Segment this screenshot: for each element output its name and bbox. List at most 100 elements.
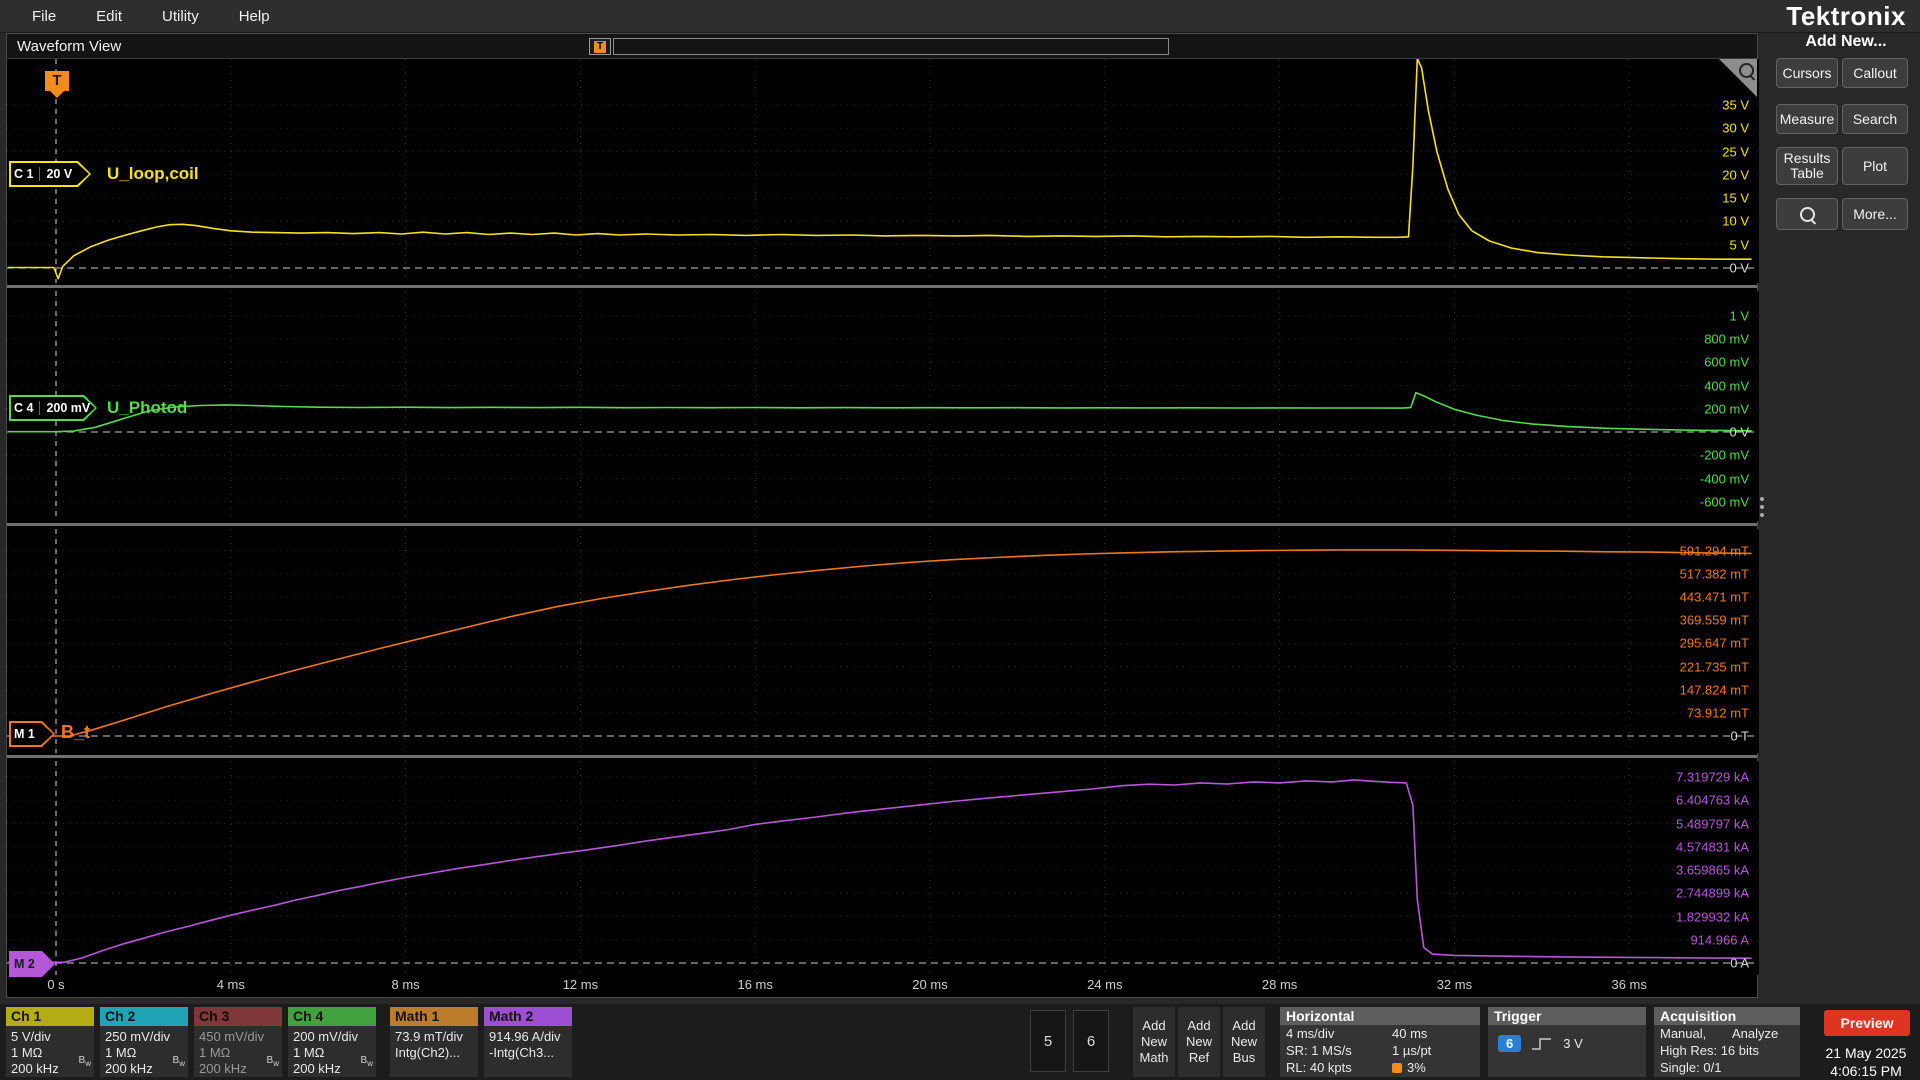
- scale-label-math1: 221.735 mT: [1679, 659, 1749, 675]
- add-btn-line: Math: [1139, 1050, 1169, 1065]
- sidebar-button-callout[interactable]: Callout: [1842, 58, 1908, 88]
- horizontal-row: 4 ms/div 40 ms: [1280, 1025, 1480, 1042]
- badge-header: Math 2: [484, 1007, 572, 1026]
- scale-label-ch4: 1 V: [1729, 308, 1749, 324]
- badge-row: 200 mV/div: [293, 1029, 359, 1044]
- tektronix-logo: Tektronix: [1786, 1, 1906, 31]
- acquisition-panel[interactable]: Acquisition Manual, Analyze High Res: 16…: [1654, 1007, 1800, 1077]
- menu-utility[interactable]: Utility: [154, 8, 207, 25]
- bottom-badge-ch2[interactable]: Ch 2 250 mV/div 1 MΩ 200 kHz Bw: [100, 1007, 188, 1077]
- sidebar-button-plot[interactable]: Plot: [1842, 147, 1908, 185]
- preview-button[interactable]: Preview: [1824, 1010, 1910, 1036]
- scale-label-math2: 6.404763 kA: [1675, 792, 1749, 808]
- horizontal-title: Horizontal: [1280, 1007, 1480, 1025]
- sidebar-button-zoom[interactable]: [1776, 198, 1838, 230]
- channel-name-ch4[interactable]: U_Photod: [107, 398, 187, 418]
- scale-label-ch4: -600 mV: [1699, 494, 1749, 510]
- scale-label-ch4: 400 mV: [1704, 378, 1749, 393]
- horizontal-value-right: 1 µs/pt: [1392, 1043, 1432, 1058]
- acquisition-analyze: Analyze: [1732, 1026, 1779, 1041]
- horizontal-panel[interactable]: Horizontal 4 ms/div 40 ms SR: 1 MS/s 1 µs/p…: [1280, 1007, 1480, 1077]
- scale-label-math1: 295.647 mT: [1679, 635, 1749, 651]
- channel-badge-ch1[interactable]: C 1 20 V: [9, 161, 91, 187]
- menu-help[interactable]: Help: [231, 8, 278, 25]
- scale-label-math2: 2.744899 kA: [1675, 885, 1749, 901]
- panel-resize-grip[interactable]: [1760, 505, 1764, 509]
- acquisition-mode-row: Manual, Analyze: [1654, 1025, 1800, 1042]
- add-new-math-button[interactable]: Add New Math: [1133, 1007, 1175, 1077]
- badge-label: C 1 20 V: [9, 161, 91, 187]
- datetime-display: 21 May 2025 4:06:15 PM: [1812, 1044, 1920, 1080]
- channel-name-math1[interactable]: B_t: [61, 722, 90, 743]
- channel-slot-button-5[interactable]: 5: [1030, 1010, 1066, 1072]
- pane-math1[interactable]: 591.294 mT 517.382 mT 443.471 mT 369.559 mT…: [7, 529, 1759, 753]
- time-tick-label: 24 ms: [1087, 977, 1123, 992]
- time-tick-label: 36 ms: [1611, 977, 1647, 992]
- channel-badge-math2[interactable]: M 2: [9, 951, 55, 977]
- pane-ch1[interactable]: 35 V 30 V 25 V 20 V 15 V 10 V 5 V 0 V: [7, 59, 1759, 283]
- trace-math2[interactable]: [7, 779, 1752, 964]
- trigger-panel[interactable]: Trigger 6 3 V: [1488, 1007, 1646, 1077]
- add-btn-line: Add: [1142, 1018, 1166, 1033]
- trace-ch4[interactable]: [7, 391, 1752, 433]
- scale-label-ch1: 5 V: [1729, 237, 1749, 253]
- time-axis: 0 s 4 ms 8 ms 12 ms 16 ms 20 ms 24 ms 28 ms 32 m…: [7, 975, 1757, 995]
- channel-badge-math1[interactable]: M 1: [9, 721, 55, 747]
- badge-body: 250 mV/div 1 MΩ 200 kHz Bw: [100, 1026, 188, 1076]
- add-new-ref-button[interactable]: Add New Ref: [1178, 1007, 1220, 1077]
- pane-separator: [7, 283, 1757, 291]
- add-btn-line: Add: [1232, 1018, 1256, 1033]
- bottom-badge-math1[interactable]: Math 1 73.9 mT/div Intg(Ch2)...: [390, 1007, 478, 1077]
- sidebar-button-measure[interactable]: Measure: [1776, 104, 1838, 134]
- trigger-position-marker[interactable]: T: [589, 38, 611, 55]
- scale-label-ch1: 35 V: [1722, 97, 1749, 113]
- grid-math1: [7, 529, 1759, 753]
- waveform-view-title: Waveform View: [17, 37, 122, 55]
- trace-ch1[interactable]: [7, 59, 1752, 280]
- grid-ch4: [7, 291, 1759, 521]
- sidebar-button-results-table[interactable]: Results Table: [1776, 147, 1838, 185]
- bottom-badge-ch3[interactable]: Ch 3 450 mV/div 1 MΩ 200 kHz Bw: [194, 1007, 282, 1077]
- sidebar-button-more[interactable]: More...: [1842, 198, 1908, 230]
- horizontal-position-indicator[interactable]: T: [589, 38, 1171, 55]
- badge-channel-scale: 200 mV: [39, 401, 90, 415]
- badge-label: C 4 200 mV: [9, 395, 97, 421]
- bottom-badge-math2[interactable]: Math 2 914.96 A/div -Intg(Ch3...: [484, 1007, 572, 1077]
- scale-label-math2: 3.659865 kA: [1675, 862, 1749, 878]
- pane-math2[interactable]: 7.319729 kA 6.404763 kA 5.489797 kA 4.57483…: [7, 761, 1759, 975]
- channel-badge-ch4[interactable]: C 4 200 mV: [9, 395, 97, 421]
- menu-file[interactable]: File: [24, 8, 64, 25]
- time-tick-label: 28 ms: [1261, 977, 1298, 992]
- trigger-flag-mini: T: [593, 40, 607, 53]
- acquisition-mode: Manual,: [1660, 1026, 1707, 1041]
- bottom-badge-ch4[interactable]: Ch 4 200 mV/div 1 MΩ 200 kHz Bw: [288, 1007, 376, 1077]
- menu-edit[interactable]: Edit: [88, 8, 130, 25]
- zoom-corner-button[interactable]: [1719, 59, 1757, 97]
- channel-slot-button-6[interactable]: 6: [1073, 1010, 1109, 1072]
- badge-header: Ch 4: [288, 1007, 376, 1026]
- scale-label-math1: 591.294 mT: [1679, 543, 1749, 559]
- scale-label-math1: 147.824 mT: [1679, 682, 1749, 698]
- time-tick-label: 0 s: [47, 977, 65, 992]
- scale-label-math1: 443.471 mT: [1679, 589, 1749, 605]
- trace-math1[interactable]: [7, 549, 1752, 737]
- sidebar-button-search[interactable]: Search: [1842, 104, 1908, 134]
- sidebar-button-cursors[interactable]: Cursors: [1776, 58, 1838, 88]
- add-new-bus-button[interactable]: Add New Bus: [1223, 1007, 1265, 1077]
- pane-separator: [7, 753, 1757, 761]
- scale-label-ch1: 20 V: [1722, 167, 1749, 183]
- horizontal-row: RL: 40 kpts 3%: [1280, 1059, 1480, 1076]
- trigger-flag-icon[interactable]: T: [45, 71, 69, 98]
- pane-ch4[interactable]: 1 V 800 mV 600 mV 400 mV 200 mV 0 V -200 mV -40…: [7, 291, 1759, 521]
- trigger-source-badge[interactable]: 6: [1498, 1035, 1522, 1052]
- acquisition-window-rect[interactable]: [613, 38, 1169, 55]
- trigger-level: 3 V: [1563, 1036, 1583, 1051]
- acquisition-title: Acquisition: [1654, 1007, 1800, 1025]
- badge-label: M 1: [9, 721, 55, 747]
- bottom-badge-ch1[interactable]: Ch 15 V/div 1 MΩ 200 kHz Bw: [6, 1007, 94, 1077]
- badge-label: M 2: [9, 951, 55, 977]
- badge-header: Ch 3: [194, 1007, 282, 1026]
- channel-name-ch1[interactable]: U_loop,coil: [107, 164, 199, 184]
- add-btn-line: New: [1230, 1034, 1257, 1049]
- badge-row: 250 mV/div: [105, 1029, 171, 1044]
